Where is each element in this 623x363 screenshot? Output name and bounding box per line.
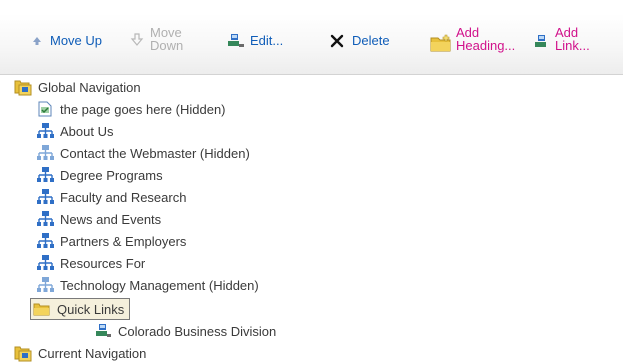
tree-node-label: News and Events bbox=[60, 211, 162, 227]
toolbar: Move Up Move Down Edit... Delete Add Hea… bbox=[0, 14, 623, 75]
network-link-icon bbox=[36, 232, 54, 250]
close-icon bbox=[330, 34, 344, 48]
tree-node-label: Contact the Webmaster (Hidden) bbox=[60, 145, 250, 161]
tree-node-label: Resources For bbox=[60, 255, 146, 271]
move-up-label: Move Up bbox=[50, 33, 103, 48]
edit-link-icon bbox=[228, 34, 244, 48]
tree-node-resources-for[interactable]: Resources For bbox=[36, 253, 145, 273]
folder-stack-icon bbox=[14, 78, 32, 96]
tree-node-label: Degree Programs bbox=[60, 167, 163, 183]
tree-node-news-events[interactable]: News and Events bbox=[36, 209, 161, 229]
link-item-icon bbox=[94, 322, 112, 340]
network-link-icon bbox=[36, 210, 54, 228]
add-heading-label: Add Heading... bbox=[456, 25, 516, 53]
network-link-icon bbox=[36, 122, 54, 140]
delete-label: Delete bbox=[352, 33, 390, 48]
network-link-icon bbox=[36, 166, 54, 184]
network-link-icon bbox=[36, 188, 54, 206]
tree-node-faculty-research[interactable]: Faculty and Research bbox=[36, 187, 186, 207]
arrow-down-icon bbox=[130, 32, 144, 46]
tree-node-label: Partners & Employers bbox=[60, 233, 187, 249]
network-link-icon bbox=[36, 276, 54, 294]
navigation-tree: Global Navigation the page goes here (Hi… bbox=[0, 75, 623, 362]
tree-node-label: Colorado Business Division bbox=[118, 323, 277, 339]
tree-node-contact-webmaster[interactable]: Contact the Webmaster (Hidden) bbox=[36, 143, 250, 163]
tree-node-global-navigation[interactable]: Global Navigation bbox=[14, 77, 141, 97]
edit-label: Edit... bbox=[250, 33, 284, 48]
move-up-button[interactable]: Move Up bbox=[32, 34, 102, 48]
folder-stack-icon bbox=[14, 344, 32, 362]
arrow-up-icon bbox=[32, 36, 42, 46]
page-icon bbox=[36, 100, 54, 118]
delete-button[interactable]: Delete bbox=[330, 34, 390, 48]
link-add-icon bbox=[535, 35, 549, 49]
tree-node-label: Quick Links bbox=[57, 301, 125, 317]
move-down-button[interactable]: Move Down bbox=[130, 26, 183, 52]
tree-node-page[interactable]: the page goes here (Hidden) bbox=[36, 99, 226, 119]
add-link-label: Add Link... bbox=[555, 25, 590, 53]
tree-node-label: About Us bbox=[60, 123, 114, 139]
tree-node-label: Faculty and Research bbox=[60, 189, 187, 205]
tree-node-partners-employers[interactable]: Partners & Employers bbox=[36, 231, 186, 251]
top-strip bbox=[0, 0, 623, 10]
tree-node-about-us[interactable]: About Us bbox=[36, 121, 113, 141]
edit-button[interactable]: Edit... bbox=[228, 34, 283, 48]
network-link-icon bbox=[36, 144, 54, 162]
tree-node-current-navigation[interactable]: Current Navigation bbox=[14, 343, 146, 363]
tree-node-degree-programs[interactable]: Degree Programs bbox=[36, 165, 163, 185]
tree-node-colorado-business[interactable]: Colorado Business Division bbox=[94, 321, 276, 341]
add-link-button[interactable]: Add Link... bbox=[535, 26, 590, 52]
tree-node-label: Current Navigation bbox=[38, 345, 147, 361]
tree-node-technology-management[interactable]: Technology Management (Hidden) bbox=[36, 275, 259, 295]
network-link-icon bbox=[36, 254, 54, 272]
folder-add-icon bbox=[430, 34, 452, 52]
tree-node-label: Global Navigation bbox=[38, 79, 141, 95]
add-heading-button[interactable]: Add Heading... bbox=[430, 26, 515, 52]
tree-node-label: the page goes here (Hidden) bbox=[60, 101, 226, 117]
tree-node-quick-links[interactable]: Quick Links bbox=[30, 298, 131, 320]
folder-icon bbox=[33, 300, 51, 318]
move-down-label: Move Down bbox=[150, 25, 184, 53]
tree-node-label: Technology Management (Hidden) bbox=[60, 277, 259, 293]
